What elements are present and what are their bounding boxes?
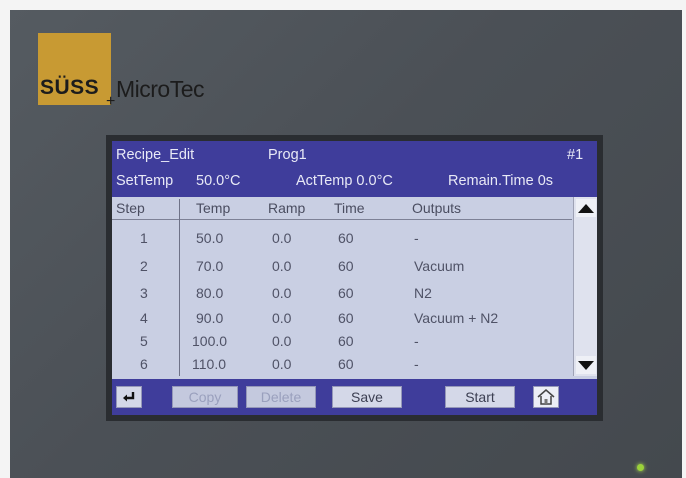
cell-temp: 80.0 [196, 285, 224, 301]
home-icon [537, 389, 555, 405]
touch-screen: Recipe_Edit Prog1 #1 SetTemp 50.0°C ActT… [112, 141, 597, 415]
cell-outputs: - [414, 356, 419, 372]
screen-title: Recipe_Edit [116, 147, 195, 163]
cell-time: 60 [338, 230, 354, 246]
cell-ramp: 0.0 [272, 310, 292, 326]
scroll-up-button[interactable] [576, 199, 596, 217]
cell-temp: 50.0 [196, 230, 224, 246]
cell-ramp: 0.0 [272, 356, 292, 372]
delete-button[interactable]: Delete [246, 386, 316, 408]
table-row[interactable]: 4 90.0 0.0 60 Vacuum + N2 [112, 310, 572, 334]
cell-step: 5 [140, 333, 148, 349]
table-row[interactable]: 6 110.0 0.0 60 - [112, 356, 572, 380]
copy-button[interactable]: Copy [172, 386, 238, 408]
cell-step: 2 [140, 258, 148, 274]
remaining-time: Remain.Time 0s [448, 173, 554, 189]
cell-time: 60 [338, 285, 354, 301]
brand-name: MicroTec [116, 76, 205, 102]
cell-temp: 90.0 [196, 310, 224, 326]
cell-step: 6 [140, 356, 148, 372]
column-header-time: Time [334, 200, 365, 216]
cell-step: 1 [140, 230, 148, 246]
table-header: Step Temp Ramp Time Outputs [112, 197, 572, 220]
cell-time: 60 [338, 333, 354, 349]
enter-button[interactable] [116, 386, 142, 408]
column-header-ramp: Ramp [268, 200, 306, 216]
cell-temp: 100.0 [192, 333, 228, 349]
cell-ramp: 0.0 [272, 333, 292, 349]
table-row[interactable]: 5 100.0 0.0 60 - [112, 333, 572, 357]
column-header-step: Step [116, 200, 145, 216]
power-led [637, 464, 644, 471]
cell-ramp: 0.0 [272, 230, 292, 246]
brand-plus: + [106, 93, 116, 110]
cell-outputs: - [414, 333, 419, 349]
table-row[interactable]: 2 70.0 0.0 60 Vacuum [112, 258, 572, 282]
bottom-toolbar: Copy Delete Save Start [112, 379, 597, 415]
table-row[interactable]: 3 80.0 0.0 60 N2 [112, 285, 572, 309]
program-number: #1 [567, 147, 584, 163]
column-header-temp: Temp [196, 200, 231, 216]
vertical-scrollbar[interactable] [573, 197, 597, 376]
cell-time: 60 [338, 258, 354, 274]
cell-step: 3 [140, 285, 148, 301]
actual-temp: ActTemp 0.0°C [296, 173, 393, 189]
cell-outputs: Vacuum [414, 258, 465, 274]
cell-ramp: 0.0 [272, 285, 292, 301]
cell-temp: 110.0 [192, 356, 226, 372]
table-row[interactable]: 1 50.0 0.0 60 - [112, 230, 572, 254]
set-temp-label: SetTemp [116, 173, 174, 189]
program-name: Prog1 [268, 147, 307, 163]
status-header: Recipe_Edit Prog1 #1 SetTemp 50.0°C ActT… [112, 141, 597, 197]
cell-time: 60 [338, 310, 354, 326]
cell-temp: 70.0 [196, 258, 224, 274]
set-temp-value: 50.0°C [196, 173, 241, 189]
cell-ramp: 0.0 [272, 258, 292, 274]
enter-icon [123, 392, 135, 402]
cell-outputs: Vacuum + N2 [414, 310, 499, 326]
start-button[interactable]: Start [445, 386, 515, 408]
arrow-down-icon [578, 360, 594, 370]
scroll-down-button[interactable] [576, 356, 596, 374]
column-header-outputs: Outputs [412, 200, 462, 216]
save-button[interactable]: Save [332, 386, 402, 408]
home-button[interactable] [533, 386, 559, 408]
cell-time: 60 [338, 356, 354, 372]
cell-outputs: - [414, 230, 419, 246]
cell-step: 4 [140, 310, 148, 326]
arrow-up-icon [578, 203, 594, 213]
cell-outputs: N2 [414, 285, 432, 301]
brand-name-bold: SÜSS [40, 76, 100, 99]
